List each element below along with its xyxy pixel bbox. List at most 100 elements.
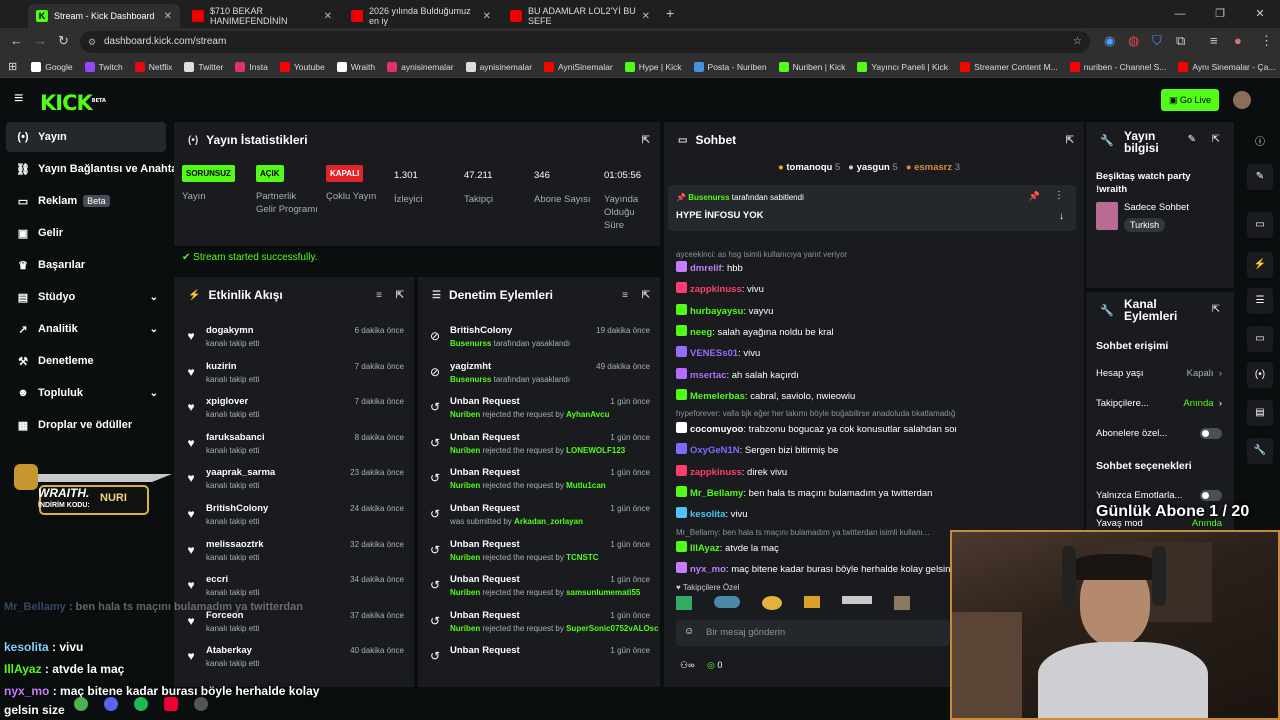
bookmark[interactable]: Aynı Sinemalar - Ça... xyxy=(1178,61,1275,72)
browser-tab[interactable]: $710 BEKAR HANIMEFENDİNİN ✕ xyxy=(184,4,340,28)
list-icon[interactable]: ☰ xyxy=(1247,288,1273,314)
chat-username[interactable]: dmrelif xyxy=(690,263,722,274)
category-icon[interactable]: ▭ xyxy=(1247,212,1273,238)
sidebar-item-studyo[interactable]: ▤ Stüdyo ⌄ xyxy=(6,282,166,312)
obs-icon[interactable] xyxy=(194,697,208,711)
activity-row[interactable]: ♥ BritishColony kanalı takip etti 24 dakika… xyxy=(174,499,414,535)
discord-icon[interactable] xyxy=(104,697,118,711)
browser-tab[interactable]: K Stream - Kick Dashboard ✕ xyxy=(28,4,180,28)
popout-icon[interactable]: ⇱ xyxy=(1212,304,1220,315)
close-tab-icon[interactable]: ✕ xyxy=(324,11,332,22)
chat-username[interactable]: neeg xyxy=(690,327,712,338)
chat-message[interactable]: kesolita: vivu xyxy=(676,507,956,520)
url-field[interactable]: ⚙ dashboard.kick.com/stream ☆ xyxy=(80,31,1090,53)
chat-message[interactable]: OxyGeN1N: Sergen bizi bitirmiş be xyxy=(676,443,956,456)
layout-icon[interactable]: ▤ xyxy=(1247,400,1273,426)
avatar[interactable] xyxy=(1233,91,1251,109)
chat-message[interactable]: IllAyaz: atvde la maç xyxy=(676,540,956,554)
bookmark[interactable]: Google xyxy=(31,61,73,72)
moderation-row[interactable]: ⊘ yagizmht Busenurss tarafından yasaklandı… xyxy=(418,357,660,393)
chat-username[interactable]: msertac xyxy=(690,370,726,381)
emote-icon[interactable] xyxy=(842,596,872,604)
emote-icon[interactable] xyxy=(762,596,782,610)
sidebar-item-denetleme[interactable]: ⚒ Denetleme xyxy=(6,346,166,376)
emote-icon[interactable] xyxy=(894,596,910,610)
bookmark[interactable]: Hype | Kick xyxy=(624,61,682,72)
sidebar-item-basarilar[interactable]: ♛ Başarılar xyxy=(6,250,166,280)
chat-username[interactable]: IllAyaz xyxy=(690,543,720,554)
profile-icon[interactable]: ● xyxy=(1234,33,1242,48)
chat-message[interactable]: zappkinuss: direk vivu xyxy=(676,464,956,478)
filter-icon[interactable]: ≡ xyxy=(376,290,382,301)
close-window-icon[interactable]: ✕ xyxy=(1240,0,1280,28)
chat-message[interactable]: dmrelif: hbb xyxy=(676,261,956,274)
sidebar-item-analitik[interactable]: ↗ Analitik ⌄ xyxy=(6,314,166,344)
sidebar-item-droplar[interactable]: ▦ Droplar ve ödüller xyxy=(6,410,166,440)
chat-icon[interactable]: ▭ xyxy=(1247,326,1273,352)
chat-message[interactable]: zappkinuss: vivu xyxy=(676,282,956,295)
popout-icon[interactable]: ⇱ xyxy=(1066,135,1074,146)
filter-icon[interactable]: ≡ xyxy=(622,290,628,301)
emote-icon[interactable] xyxy=(676,596,692,610)
chat-message[interactable]: Memelerbas: cabral, saviolo, nwieowiu xyxy=(676,388,956,402)
chat-message[interactable]: VENESs01: vivu xyxy=(676,346,956,359)
more-icon[interactable]: ⋮ xyxy=(1054,190,1064,201)
chat-message[interactable]: msertac: ah salah kaçırdı xyxy=(676,367,956,381)
setting-row-followers[interactable]: Takipçilere... Anında › xyxy=(1096,398,1222,409)
sidebar-item-gelir[interactable]: ▣ Gelir xyxy=(6,218,166,248)
close-tab-icon[interactable]: ✕ xyxy=(483,11,491,22)
reload-icon[interactable]: ↻ xyxy=(58,33,69,49)
wrench-icon[interactable]: 🔧 xyxy=(1247,438,1273,464)
bookmark[interactable]: aynisinemalar xyxy=(387,61,454,72)
close-tab-icon[interactable]: ✕ xyxy=(642,11,650,22)
extensions-puzzle-icon[interactable]: ⧉ xyxy=(1176,33,1185,49)
activity-row[interactable]: ♥ xpiglover kanalı takip etti 7 dakika önce xyxy=(174,392,414,428)
bookmark[interactable]: nuriben - Channel S... xyxy=(1069,61,1166,72)
activity-row[interactable]: ♥ faruksabanci kanalı takip etti 8 dakika ö… xyxy=(174,428,414,464)
chat-username[interactable]: zappkinuss xyxy=(690,284,742,295)
sidebar-item-topluluk[interactable]: ☻ Topluluk ⌄ xyxy=(6,378,166,408)
chat-username[interactable]: cocomuyoo xyxy=(690,424,743,435)
bookmark[interactable]: Yayıncı Paneli | Kick xyxy=(857,61,948,72)
forward-icon[interactable]: → xyxy=(34,33,47,48)
hamburger-menu-icon[interactable]: ≡ xyxy=(14,90,23,108)
chrome-icon[interactable] xyxy=(74,697,88,711)
moderation-row[interactable]: ↺ Unban Request 1 gün önce xyxy=(418,641,660,677)
moderation-row[interactable]: ↺ Unban Request Nuriben rejected the reque… xyxy=(418,392,660,428)
moderation-row[interactable]: ⊘ BritishColony Busenurss tarafından yasak… xyxy=(418,321,660,357)
bookmark[interactable]: Twitter xyxy=(184,61,223,72)
bookmark[interactable]: AyniSinemalar xyxy=(544,61,613,72)
app-icon[interactable] xyxy=(164,697,178,711)
emote-only-toggle[interactable] xyxy=(1200,490,1222,501)
sidebar-item-stream-key[interactable]: ⛓ Yayın Bağlantısı ve Anahtarı xyxy=(6,154,176,184)
shield-icon[interactable]: ⛉ xyxy=(1152,33,1162,49)
moderation-row[interactable]: ↺ Unban Request Nuriben rejected the reque… xyxy=(418,570,660,606)
sidebar-item-reklam[interactable]: ▭ Reklam Beta xyxy=(6,186,166,216)
chat-message[interactable]: neeg: salah ayağına noldu be kral xyxy=(676,324,956,338)
site-info-icon[interactable]: ⚙ xyxy=(88,31,96,53)
bookmark[interactable]: Wraith xyxy=(336,61,375,72)
subscribers-only-toggle[interactable] xyxy=(1200,428,1222,439)
moderation-row[interactable]: ↺ Unban Request Nuriben rejected the reque… xyxy=(418,463,660,499)
apps-grid-icon[interactable]: ⊞ xyxy=(8,60,17,73)
go-live-button[interactable]: ▣ Go Live xyxy=(1161,89,1219,111)
bookmark[interactable]: Streamer Content M... xyxy=(960,61,1058,72)
minimize-icon[interactable]: — xyxy=(1160,0,1200,28)
chat-username[interactable]: Memelerbas xyxy=(690,391,745,402)
chat-username[interactable]: Mr_Bellamy xyxy=(690,488,743,499)
popout-icon[interactable]: ⇱ xyxy=(642,135,650,146)
arrow-down-icon[interactable]: ↓ xyxy=(1059,211,1064,222)
extension-icon[interactable]: ◍ xyxy=(1128,33,1139,49)
activity-row[interactable]: ♥ yaaprak_sarma kanalı takip etti 23 dakika… xyxy=(174,463,414,499)
chat-message[interactable]: hurbayaysu: vayvu xyxy=(676,303,956,317)
maximize-icon[interactable]: ❐ xyxy=(1200,0,1240,28)
chat-username[interactable]: zappkinuss xyxy=(690,467,742,478)
close-tab-icon[interactable]: ✕ xyxy=(164,11,172,22)
edit-icon[interactable]: ✎ xyxy=(1247,164,1273,190)
browser-tab[interactable]: 2026 yılında Bulduğumuz en iy ✕ xyxy=(343,4,499,28)
setting-row-account-age[interactable]: Hesap yaşı Kapalı › xyxy=(1096,368,1222,379)
bookmark[interactable]: Posta - Nuriben xyxy=(693,61,767,72)
bookmark[interactable]: Youtube xyxy=(279,61,325,72)
kick-logo[interactable]: KICKBETA xyxy=(40,91,106,115)
edit-icon[interactable]: ✎ xyxy=(1188,134,1196,145)
